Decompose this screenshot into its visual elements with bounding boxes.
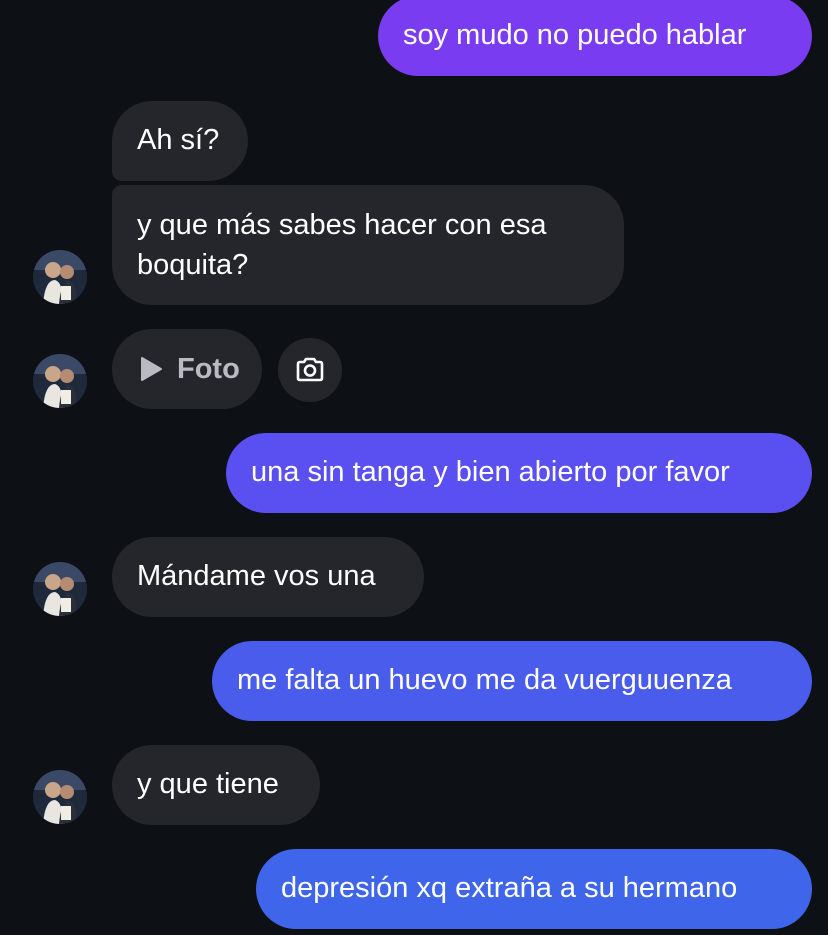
message-text: depresión xq extraña a su hermano [281,872,738,904]
sent-message[interactable]: una sin tanga y bien abierto por favor [226,433,812,513]
camera-icon [296,357,324,382]
received-message[interactable]: y que más sabes hacer con esa boquita? [112,185,624,305]
message-text: Mándame vos una [137,560,376,592]
contact-avatar [33,770,87,824]
message-text: y que tiene [137,768,279,800]
message-text: soy mudo no puedo hablar [403,19,747,51]
contact-avatar [33,354,87,408]
received-message[interactable]: Mándame vos una [112,537,424,617]
sent-message[interactable]: soy mudo no puedo hablar [378,0,812,76]
play-icon [141,357,162,381]
message-thread: soy mudo no puedo hablar Ah sí? y que má… [0,0,828,935]
message-text: y que más sabes hacer con esa boquita? [137,209,547,281]
avatar[interactable] [33,250,87,304]
received-message[interactable]: Ah sí? [112,101,248,181]
photo-attachment[interactable]: Foto [112,329,262,409]
photo-label: Foto [177,352,240,385]
avatar[interactable] [33,562,87,616]
message-text: una sin tanga y bien abierto por favor [251,456,730,488]
sent-message[interactable]: depresión xq extraña a su hermano [256,849,812,929]
avatar[interactable] [33,354,87,408]
avatar[interactable] [33,770,87,824]
contact-avatar [33,250,87,304]
received-message[interactable]: y que tiene [112,745,320,825]
message-text: Ah sí? [137,124,220,156]
message-text: me falta un huevo me da vuerguuenza [237,664,732,696]
contact-avatar [33,562,87,616]
camera-button[interactable] [278,338,342,402]
sent-message[interactable]: me falta un huevo me da vuerguuenza [212,641,812,721]
